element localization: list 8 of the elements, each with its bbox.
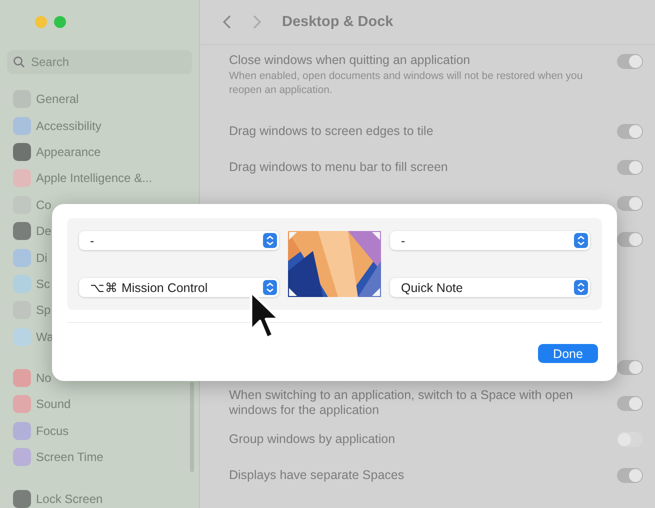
setting-label: Close windows when quitting an application: [229, 53, 472, 68]
setting-label: Group windows by application: [229, 432, 396, 446]
setting-label: Displays have separate Spaces: [229, 468, 406, 482]
setting-label: When switching to an application, switch to a Space with open windows for the application: [229, 388, 574, 418]
setting-label: Drag windows to menu bar to fill screen: [229, 160, 449, 174]
setting-label: Drag windows to screen edges to tile: [229, 124, 434, 138]
setting-description: When enabled, open documents and windows will not be restored when you reopen an application.: [229, 69, 584, 97]
window-title: Desktop & Dock: [282, 14, 394, 30]
